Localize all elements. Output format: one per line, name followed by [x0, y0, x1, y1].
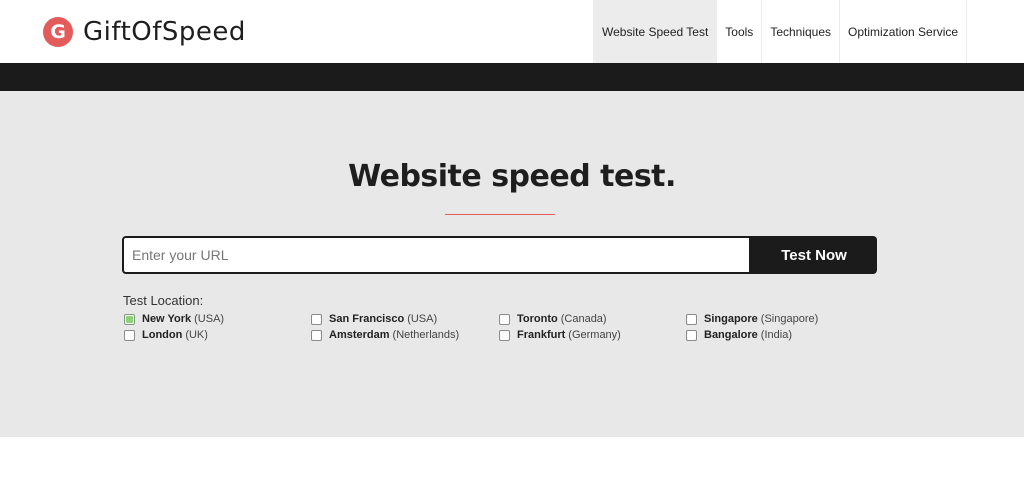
logo[interactable]: G GiftOfSpeed: [43, 17, 246, 47]
location-country: (Canada): [560, 313, 607, 325]
hero-section: Website speed test. Test Now Test Locati…: [0, 91, 1024, 437]
location-san-francisco[interactable]: San Francisco (USA): [311, 313, 437, 325]
url-input[interactable]: [122, 236, 751, 274]
location-amsterdam[interactable]: Amsterdam (Netherlands): [311, 329, 459, 341]
location-city: Amsterdam: [329, 329, 390, 341]
nav-website-speed-test[interactable]: Website Speed Test: [593, 0, 717, 63]
site-header: G GiftOfSpeed Website Speed Test Tools T…: [0, 0, 1024, 63]
checkbox[interactable]: [311, 313, 322, 325]
location-country: (India): [760, 329, 792, 341]
location-bangalore[interactable]: Bangalore (India): [686, 329, 792, 341]
checkbox[interactable]: [499, 329, 510, 341]
checkbox[interactable]: [499, 313, 510, 325]
nav-techniques[interactable]: Techniques: [761, 0, 839, 63]
location-london[interactable]: London (UK): [124, 329, 208, 341]
location-frankfurt[interactable]: Frankfurt (Germany): [499, 329, 621, 341]
location-city: San Francisco: [329, 313, 405, 325]
main-nav: Website Speed Test Tools Techniques Opti…: [593, 0, 968, 63]
test-location-label: Test Location:: [123, 293, 204, 308]
logo-text: GiftOfSpeed: [83, 17, 246, 47]
location-country: (USA): [407, 313, 438, 325]
checkbox[interactable]: [686, 329, 697, 341]
location-city: Toronto: [517, 313, 558, 325]
location-city: Bangalore: [704, 329, 758, 341]
checkbox[interactable]: [686, 313, 697, 325]
location-toronto[interactable]: Toronto (Canada): [499, 313, 607, 325]
nav-tools[interactable]: Tools: [716, 0, 761, 63]
location-country: (UK): [185, 329, 208, 341]
checkbox[interactable]: [311, 329, 322, 341]
nav-optimization-service[interactable]: Optimization Service: [839, 0, 968, 63]
location-city: Frankfurt: [517, 329, 566, 341]
location-country: (Singapore): [760, 313, 819, 325]
page-title: Website speed test.: [348, 159, 676, 194]
location-country: (USA): [194, 313, 225, 325]
location-country: (Germany): [568, 329, 621, 341]
location-city: New York: [142, 313, 192, 325]
title-underline: [445, 214, 555, 215]
location-city: Singapore: [704, 313, 758, 325]
header-divider-bar: [0, 63, 1024, 91]
location-city: London: [142, 329, 183, 341]
location-country: (Netherlands): [392, 329, 460, 341]
checkbox[interactable]: [124, 329, 135, 341]
checkbox[interactable]: [124, 313, 135, 325]
location-singapore[interactable]: Singapore (Singapore): [686, 313, 818, 325]
location-new-york[interactable]: New York (USA): [124, 313, 224, 325]
test-now-button[interactable]: Test Now: [751, 236, 877, 274]
logo-g-icon: G: [43, 17, 73, 47]
